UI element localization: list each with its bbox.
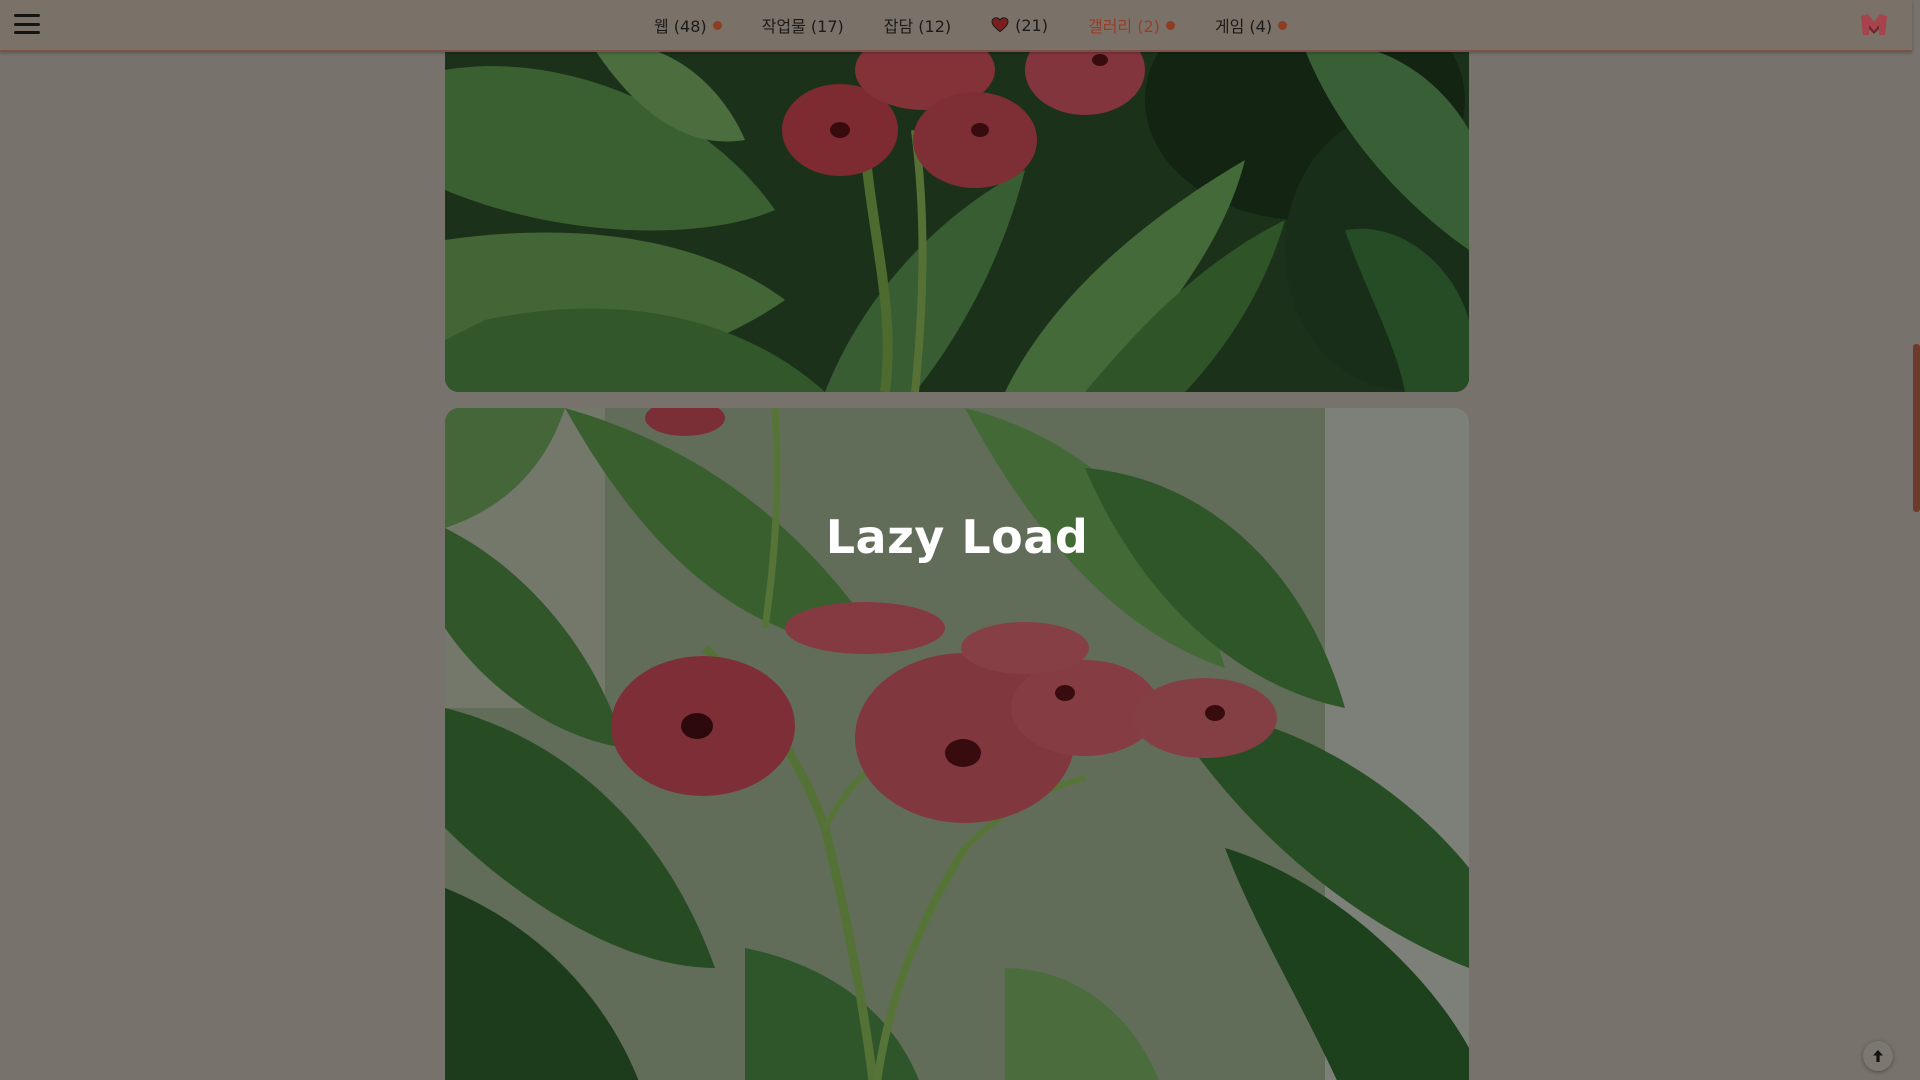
gallery-image-lazy-load[interactable] <box>445 408 1469 1080</box>
nav-item-label: 작업물 (17) <box>761 17 844 36</box>
top-navigation-bar: 웹 (48) 작업물 (17) 잡담 (12) (21) 갤러리 (2) 게임 … <box>0 0 1912 52</box>
new-post-dot-icon <box>1165 20 1175 30</box>
nav-item-works[interactable]: 작업물 (17) <box>762 13 844 37</box>
scrollbar-track[interactable] <box>1912 0 1920 1080</box>
logo-icon[interactable] <box>1860 13 1888 37</box>
nav-item-game[interactable]: 게임 (4) <box>1214 13 1288 37</box>
nav-item-label: 갤러리 (2) <box>1087 17 1160 36</box>
nav-item-label: (21) <box>1015 15 1048 35</box>
gallery-image-top <box>445 0 1469 392</box>
back-to-top-button[interactable] <box>1863 1041 1893 1071</box>
nav-item-label: 게임 (4) <box>1214 17 1273 36</box>
new-post-dot-icon <box>1278 20 1288 30</box>
nav-item-gallery[interactable]: 갤러리 (2) <box>1088 13 1175 37</box>
category-nav: 웹 (48) 작업물 (17) 잡담 (12) (21) 갤러리 (2) 게임 … <box>654 0 1327 50</box>
nav-item-chat[interactable]: 잡담 (12) <box>884 13 951 37</box>
nav-item-heart[interactable]: (21) <box>991 16 1048 35</box>
nav-item-web[interactable]: 웹 (48) <box>654 13 722 37</box>
page: Lazy Load 웹 (48) 작업물 (17) 잡담 (12) (21) 갤… <box>0 0 1920 1080</box>
nav-item-label: 잡담 (12) <box>883 17 952 36</box>
lazy-load-title: Lazy Load <box>825 510 1089 564</box>
heart-icon <box>991 17 1009 33</box>
scrollbar-thumb[interactable] <box>1913 344 1920 512</box>
new-post-dot-icon <box>712 20 722 30</box>
hamburger-menu-icon[interactable] <box>14 14 40 36</box>
arrow-up-icon <box>1873 1050 1883 1062</box>
nav-item-label: 웹 (48) <box>654 17 707 36</box>
